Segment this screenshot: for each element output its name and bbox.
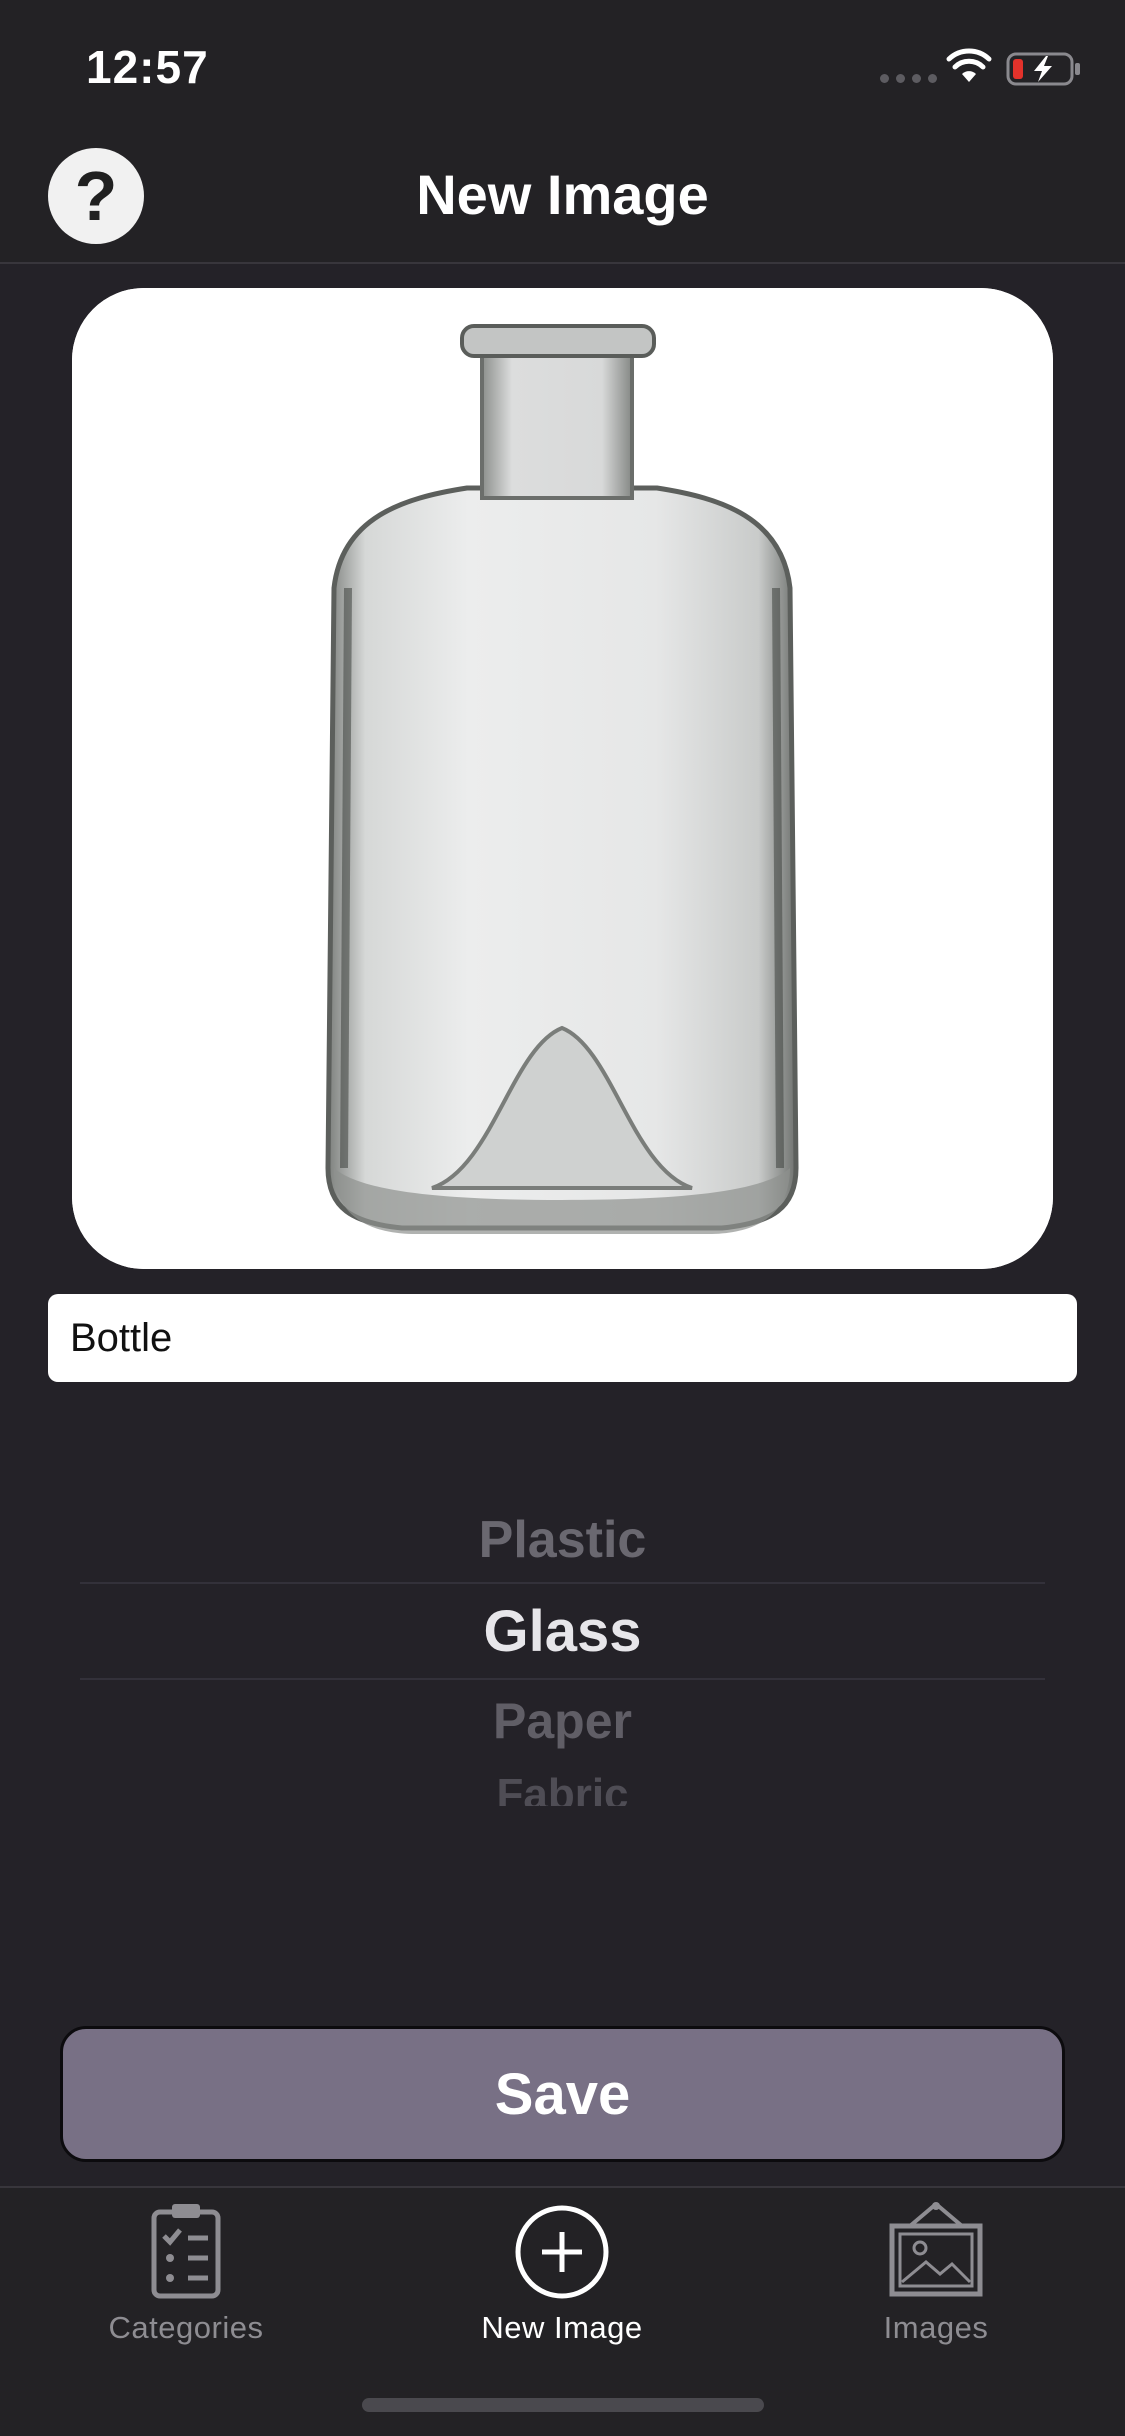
category-picker[interactable]: Plastic Glass Paper Fabric xyxy=(80,1480,1045,1820)
picker-option-selected[interactable]: Glass xyxy=(80,1598,1045,1665)
home-indicator xyxy=(362,2398,764,2412)
plus-circle-icon xyxy=(515,2205,609,2299)
page-title: New Image xyxy=(416,163,709,226)
save-button[interactable]: Save xyxy=(60,2026,1065,2162)
image-name-input[interactable] xyxy=(48,1294,1077,1382)
glass-bottle-illustration xyxy=(72,288,1053,1269)
picker-option[interactable]: Plastic xyxy=(80,1510,1045,1570)
tab-images[interactable]: Images xyxy=(806,2188,1066,2345)
selected-photo[interactable] xyxy=(72,288,1053,1269)
picker-selection-top-line xyxy=(80,1582,1045,1584)
picker-option[interactable]: Paper xyxy=(80,1692,1045,1750)
navigation-bar: ? New Image xyxy=(0,132,1125,264)
picker-selection-bottom-line xyxy=(80,1678,1045,1680)
tab-label: Images xyxy=(883,2310,989,2345)
tab-categories[interactable]: Categories xyxy=(56,2188,316,2345)
picker-option[interactable]: Fabric xyxy=(80,1770,1045,1806)
clipboard-checklist-icon xyxy=(151,2204,221,2299)
tab-label: Categories xyxy=(108,2310,264,2345)
framed-picture-icon xyxy=(889,2202,983,2297)
wifi-icon xyxy=(946,48,992,82)
status-time: 12:57 xyxy=(86,41,209,93)
battery-charging-icon xyxy=(1006,52,1080,86)
status-bar: 12:57 xyxy=(0,0,1125,132)
cellular-signal-icon xyxy=(880,74,937,83)
tab-new-image[interactable]: New Image xyxy=(432,2188,692,2345)
tab-label: New Image xyxy=(481,2310,643,2345)
